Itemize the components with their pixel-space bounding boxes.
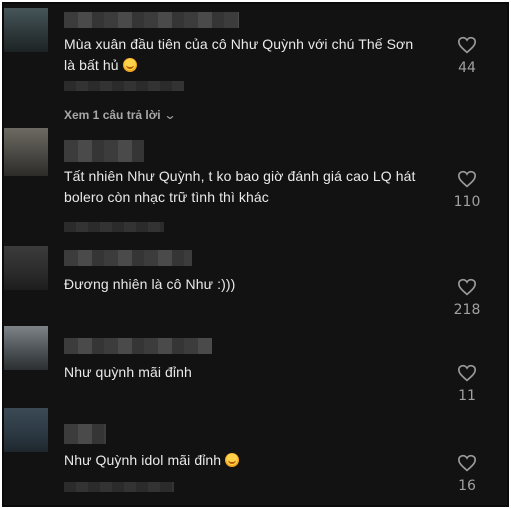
avatar[interactable] — [4, 8, 48, 52]
heart-outline-icon[interactable] — [457, 364, 477, 382]
like-button[interactable]: 11 — [447, 364, 487, 404]
like-button[interactable]: 218 — [447, 278, 487, 318]
like-button[interactable]: 16 — [447, 454, 487, 494]
like-button[interactable]: 44 — [447, 36, 487, 76]
avatar[interactable] — [4, 408, 48, 452]
like-count: 110 — [453, 194, 481, 210]
avatar[interactable] — [4, 246, 48, 290]
timestamp-blurred — [64, 222, 164, 232]
heart-outline-icon[interactable] — [457, 454, 477, 472]
username-blurred[interactable] — [64, 338, 212, 354]
comment-text: Tất nhiên Như Quỳnh, t ko bao giờ đánh g… — [64, 168, 416, 205]
comment-text: Như quỳnh mãi đỉnh — [64, 364, 192, 380]
heart-outline-icon[interactable] — [457, 170, 477, 188]
comment-text: Đương nhiên là cô Như :))) — [64, 276, 236, 292]
username-blurred[interactable] — [64, 12, 239, 28]
smiling-face-hearts-emoji-icon — [122, 58, 137, 72]
avatar[interactable] — [4, 326, 48, 370]
avatar[interactable] — [4, 128, 48, 176]
username-blurred[interactable] — [64, 250, 192, 266]
comment-text: Như Quỳnh idol mãi đỉnh — [64, 450, 424, 471]
like-count: 218 — [453, 302, 481, 318]
like-count: 44 — [458, 60, 476, 76]
chevron-down-icon: ⌄ — [163, 108, 177, 122]
heart-outline-icon[interactable] — [457, 278, 477, 296]
like-count: 16 — [458, 478, 476, 494]
smiling-face-hearts-emoji-icon — [225, 453, 240, 467]
heart-outline-icon[interactable] — [457, 36, 477, 54]
username-blurred[interactable] — [64, 424, 106, 444]
view-replies-button[interactable]: Xem 1 câu trả lời ⌄ — [64, 108, 177, 122]
comment-text: Mùa xuân đầu tiên của cô Như Quỳnh với c… — [64, 36, 414, 73]
like-button[interactable]: 110 — [447, 170, 487, 210]
like-count: 11 — [458, 388, 476, 404]
username-blurred[interactable] — [64, 140, 144, 162]
timestamp-blurred — [64, 81, 184, 91]
timestamp-blurred — [64, 482, 174, 492]
comment-list: Mùa xuân đầu tiên của cô Như Quỳnh với c… — [2, 2, 509, 507]
